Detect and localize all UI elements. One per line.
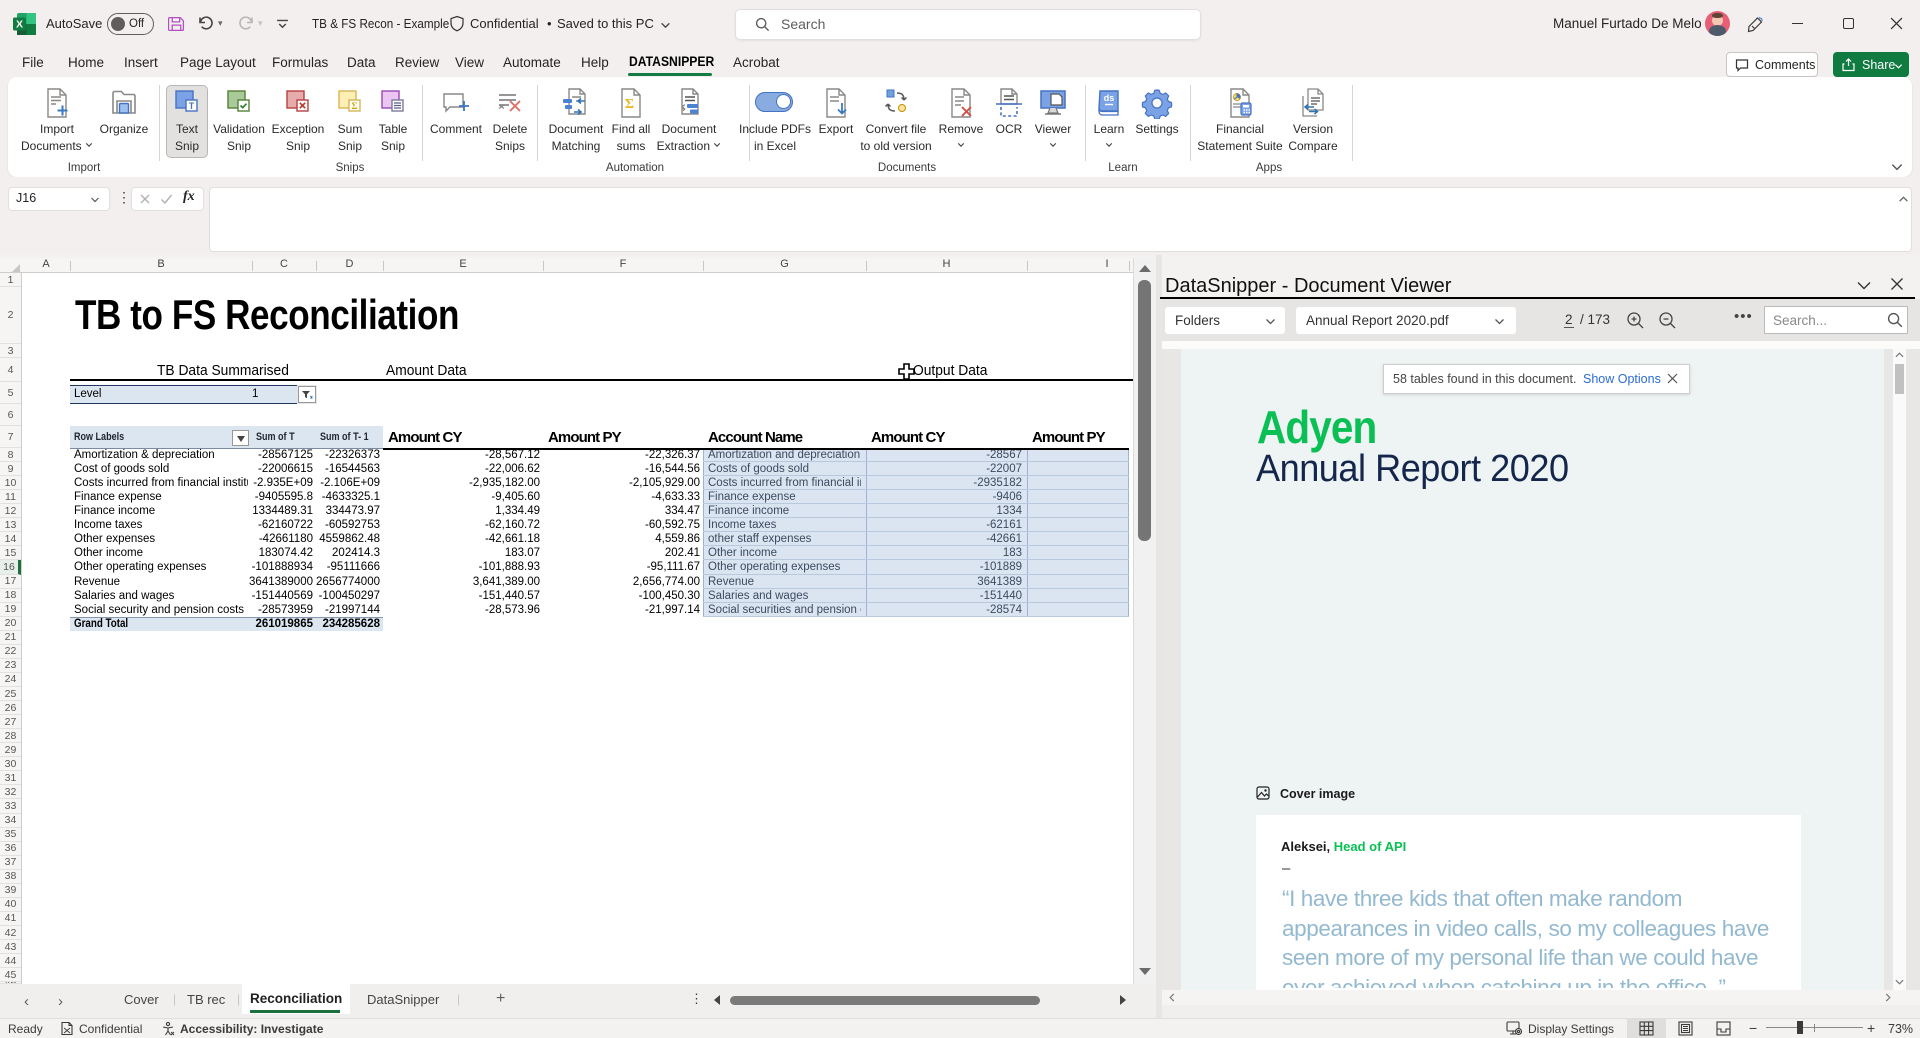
svg-text:ds: ds — [1104, 93, 1115, 103]
svg-text:Σ: Σ — [625, 97, 634, 112]
svg-text:T: T — [189, 101, 195, 111]
svg-text:Σ: Σ — [351, 102, 357, 112]
svg-text:X: X — [16, 19, 23, 31]
